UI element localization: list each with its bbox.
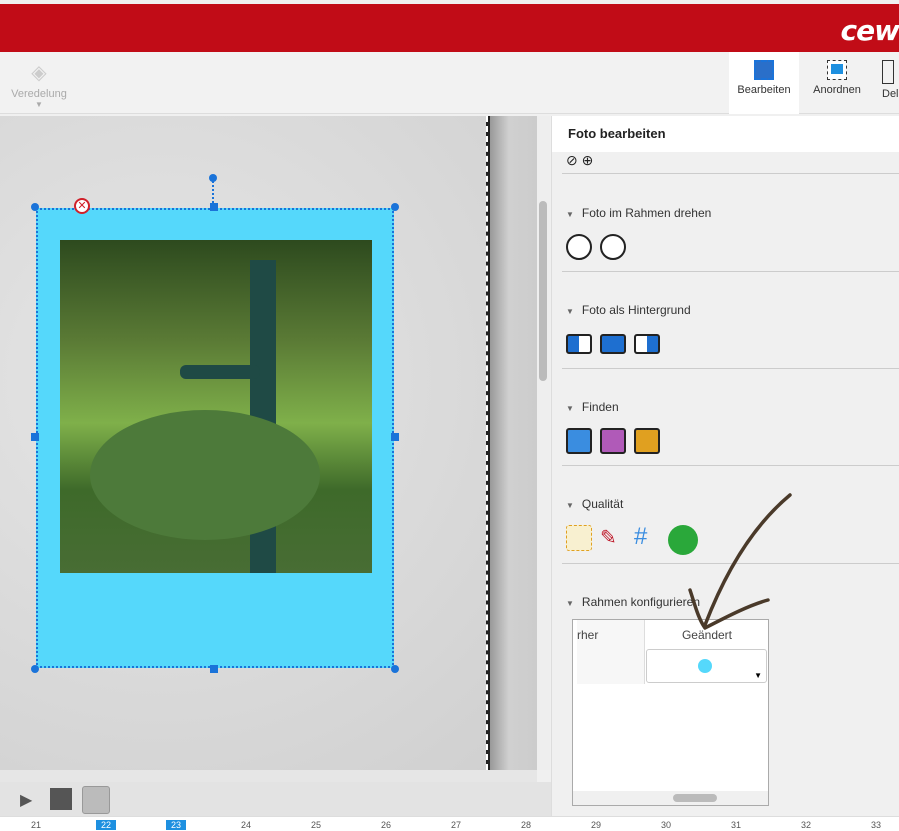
page-canvas[interactable]: ✕ <box>0 116 537 770</box>
resize-handle[interactable] <box>210 665 218 673</box>
smiley-icon[interactable] <box>668 525 698 555</box>
photo-frame[interactable] <box>36 208 394 668</box>
edit-icon <box>754 60 774 80</box>
horizontal-scrollbar[interactable] <box>0 770 537 782</box>
arrange-icon <box>827 60 847 80</box>
background-icons <box>566 334 660 354</box>
garden-pump-photo <box>60 240 372 573</box>
red-eye-icon[interactable]: ✎ <box>600 525 626 551</box>
veredelung-button[interactable]: ◈ Veredelung ▼ <box>4 52 74 114</box>
rotate-line <box>212 178 214 206</box>
divider <box>562 271 899 272</box>
grid-icon[interactable]: # <box>634 525 660 551</box>
find-photo-orange-icon[interactable] <box>634 428 660 454</box>
divider <box>562 563 899 564</box>
resize-handle[interactable] <box>31 665 39 673</box>
play-icon[interactable]: ▶ <box>20 790 32 810</box>
page-thumb-31[interactable]: 31 <box>726 820 746 830</box>
resize-handle[interactable] <box>391 665 399 673</box>
table-hscrollbar[interactable] <box>573 791 768 805</box>
page-thumb-22[interactable]: 22 <box>96 820 116 830</box>
page-thumb-33[interactable]: 33 <box>866 820 886 830</box>
section-background[interactable]: ▼ Foto als Hintergrund <box>566 303 691 317</box>
mask-icons[interactable]: ⊘ ⊕ <box>566 152 593 169</box>
resize-handle[interactable] <box>210 203 218 211</box>
section-quality[interactable]: ▼ Qualität <box>566 497 623 511</box>
rotate-right-icon[interactable] <box>600 234 626 260</box>
delete-frame-icon[interactable]: ✕ <box>74 198 90 214</box>
section-frame-config[interactable]: ▼ Rahmen konfigurieren <box>566 595 700 609</box>
page-thumb-26[interactable]: 26 <box>376 820 396 830</box>
section-rotate[interactable]: ▼ Foto im Rahmen drehen <box>566 206 711 220</box>
right-page <box>490 116 537 770</box>
cewe-logo: cew <box>840 14 899 47</box>
page-thumb-29[interactable]: 29 <box>586 820 606 830</box>
chevron-down-icon: ▼ <box>754 671 762 680</box>
page-spine <box>486 116 490 770</box>
toolbar: ◈ Veredelung ▼ Bearbeiten Anordnen Del <box>0 52 899 114</box>
quality-icons: ✎ # <box>566 525 698 555</box>
find-photo-icon[interactable] <box>566 428 592 454</box>
divider <box>562 368 899 369</box>
bearbeiten-tab[interactable]: Bearbeiten <box>729 52 799 114</box>
page-thumb-30[interactable]: 30 <box>656 820 676 830</box>
column-changed: Geändert <box>681 628 733 642</box>
page-thumb-21[interactable]: 21 <box>26 820 46 830</box>
anordnen-tab[interactable]: Anordnen <box>802 52 872 114</box>
find-photo-purple-icon[interactable] <box>600 428 626 454</box>
divider <box>562 173 899 174</box>
rotate-left-icon[interactable] <box>566 234 592 260</box>
diamond-icon: ◈ <box>31 62 47 84</box>
find-icons <box>566 428 660 454</box>
edit-photo-panel: Foto bearbeiten ⊘ ⊕ ▼ Foto im Rahmen dreh… <box>551 116 899 816</box>
page-strip: 21 22 23 24 25 26 27 28 29 30 31 32 33 <box>0 816 899 831</box>
page-view-button[interactable] <box>82 786 110 814</box>
panel-title: Foto bearbeiten <box>552 116 899 152</box>
background-full-icon[interactable] <box>600 334 626 354</box>
resize-handle[interactable] <box>31 433 39 441</box>
page-thumb-24[interactable]: 24 <box>236 820 256 830</box>
resize-handle[interactable] <box>31 203 39 211</box>
rotate-icons <box>566 234 626 260</box>
frame-config-table: rher Geändert ▼ <box>572 619 769 806</box>
resize-handle[interactable] <box>391 433 399 441</box>
section-find[interactable]: ▼ Finden <box>566 400 619 414</box>
auto-enhance-icon[interactable] <box>566 525 592 551</box>
background-right-icon[interactable] <box>634 334 660 354</box>
page-thumb-32[interactable]: 32 <box>796 820 816 830</box>
del-tab[interactable]: Del <box>872 52 899 114</box>
column-before: rher <box>577 628 599 642</box>
color-swatch <box>698 659 712 673</box>
rotate-handle[interactable] <box>209 174 217 182</box>
vertical-scrollbar[interactable] <box>537 116 550 770</box>
divider <box>562 465 899 466</box>
frame-color-dropdown[interactable]: ▼ <box>646 649 767 683</box>
background-left-icon[interactable] <box>566 334 592 354</box>
resize-handle[interactable] <box>391 203 399 211</box>
swap-pages-icon[interactable] <box>50 788 72 810</box>
bottom-toolbar: ▶ <box>0 782 551 816</box>
header-bar: cew <box>0 4 899 52</box>
page-thumb-28[interactable]: 28 <box>516 820 536 830</box>
page-thumb-23[interactable]: 23 <box>166 820 186 830</box>
page-thumb-27[interactable]: 27 <box>446 820 466 830</box>
delete-icon <box>882 60 894 84</box>
page-thumb-25[interactable]: 25 <box>306 820 326 830</box>
